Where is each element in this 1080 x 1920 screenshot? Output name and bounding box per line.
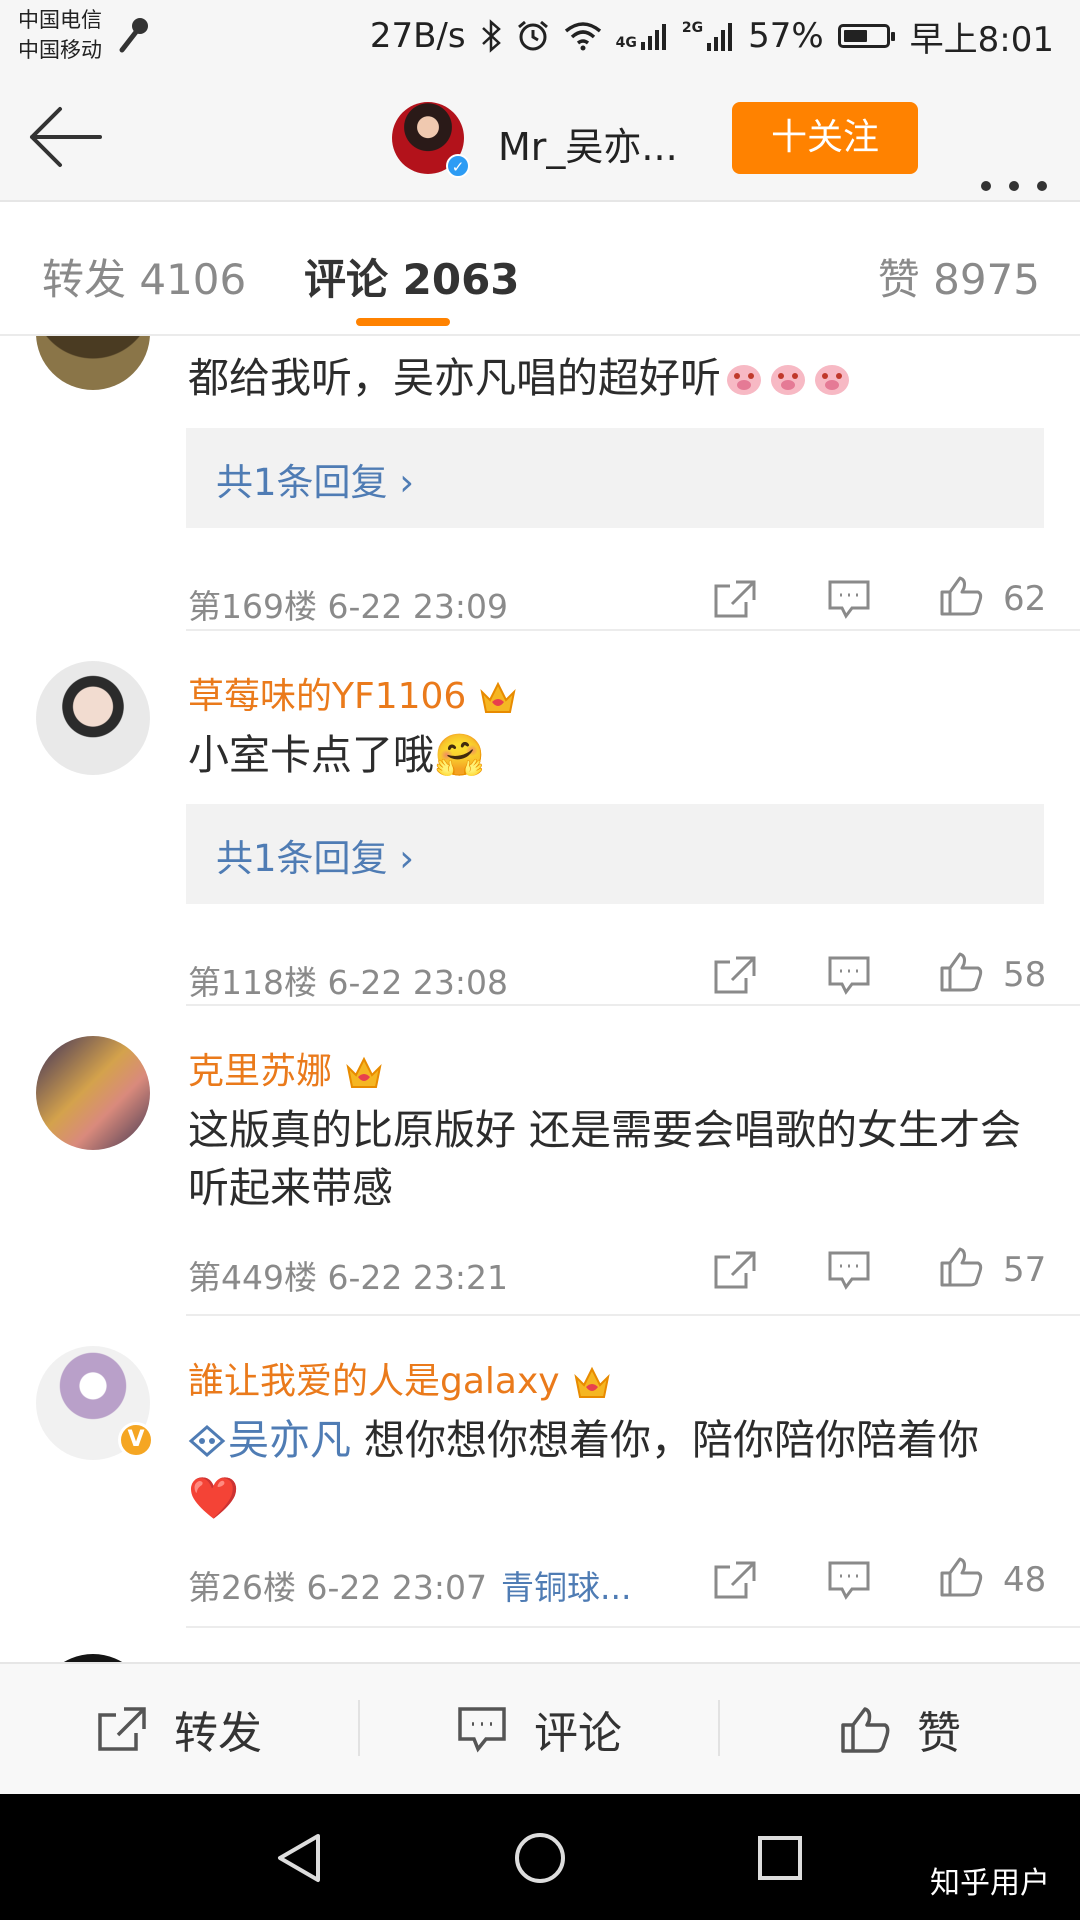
like-count: 48 [1003, 1560, 1047, 1600]
repost-icon [98, 1707, 146, 1751]
account-avatar[interactable]: ✓ [392, 102, 470, 178]
like-thumb-icon [841, 1707, 890, 1753]
comment-button[interactable]: 评论 [360, 1664, 718, 1794]
carrier-label-2: 中国移动 [18, 38, 102, 62]
commenter-username[interactable]: 克里苏娜 [188, 1042, 384, 1094]
share-icon[interactable] [712, 954, 758, 996]
pig-emoji-icon [727, 365, 761, 395]
commenter-username[interactable]: 草莓味的YF1106 [188, 667, 518, 719]
bluetooth-icon [481, 19, 501, 53]
mention-link[interactable]: 吴亦凡 [228, 1416, 351, 1464]
follow-button[interactable]: 十关注 [732, 102, 918, 174]
comment-text: 这版真的比原版好 还是需要会唱歌的女生才会听起来带感 [188, 1106, 1022, 1212]
wifi-icon [564, 22, 601, 51]
comment-text: 吴亦凡 想你想你想着你，陪你陪你陪着你❤️ [188, 1416, 980, 1522]
network-speed: 27B/s [369, 16, 466, 56]
tab-comments[interactable]: 评论 2063 [304, 246, 520, 307]
comment-label: 评论 [534, 1708, 622, 1759]
nav-bar: ✓ Mr_吴亦... 十关注 [0, 72, 1080, 202]
commenter-avatar[interactable] [36, 336, 150, 390]
nav-home-icon[interactable] [512, 1830, 568, 1886]
commenter-avatar[interactable] [36, 1654, 150, 1662]
signal-2g-label: 2G [681, 20, 704, 36]
tab-likes[interactable]: 赞 8975 [878, 246, 1040, 307]
repost-label: 转发 [174, 1708, 262, 1759]
system-navigation-bar: 知乎用户 [0, 1794, 1080, 1920]
comment-item: V 誰让我爱的人是galaxy 吴亦凡 想你想你想着你，陪你陪你陪着你❤️ 第2… [0, 1316, 1080, 1628]
back-arrow-icon[interactable] [26, 102, 106, 172]
share-icon[interactable] [712, 1559, 758, 1601]
share-icon[interactable] [712, 1249, 758, 1291]
reply-summary-box[interactable]: 共1条回复 › [186, 428, 1044, 528]
more-options-icon[interactable] [976, 176, 1056, 196]
like-label: 赞 [917, 1708, 961, 1759]
battery-percent: 57% [748, 16, 824, 56]
active-tab-indicator [356, 318, 450, 326]
watermark-text: 知乎用户 [930, 1866, 1050, 1901]
like-count: 58 [1003, 955, 1047, 995]
comment-divider [186, 1626, 1080, 1628]
alarm-icon [517, 20, 548, 51]
clock: 早上8:01 [909, 19, 1054, 60]
comment-list: 都给我听，吴亦凡唱的超好听 共1条回复 › 第169楼 6-22 23:09 6… [0, 336, 1080, 1662]
commenter-avatar[interactable]: V [36, 1346, 154, 1460]
key-icon [119, 18, 148, 53]
comment-icon[interactable] [826, 1559, 872, 1601]
commenter-avatar[interactable] [36, 1036, 150, 1150]
comment-text: 小室卡点了哦🤗 [188, 731, 486, 779]
reply-summary-link[interactable]: 共1条回复 › [216, 452, 414, 506]
like-count: 62 [1003, 579, 1047, 619]
carrier-label-1: 中国电信 [18, 8, 102, 32]
like-thumb-icon[interactable] [938, 1555, 984, 1597]
like-count: 57 [1003, 1250, 1047, 1290]
status-bar: 中国电信 中国移动 27B/s 4G 2G 57% 早上8:01 [0, 0, 1080, 72]
fan-level-tag[interactable]: 青铜球... [501, 1568, 631, 1607]
comment-meta: 第26楼 6-22 23:07 青铜球... [188, 1568, 632, 1607]
nav-back-icon[interactable] [272, 1830, 328, 1886]
vip-crown-icon [480, 681, 516, 713]
comment-icon[interactable] [826, 954, 872, 996]
nav-recents-icon[interactable] [752, 1830, 808, 1886]
tab-reposts[interactable]: 转发 4106 [42, 246, 246, 307]
commenter-avatar[interactable] [36, 661, 150, 775]
account-name[interactable]: Mr_吴亦... [498, 116, 678, 171]
comment-item: 草莓味的YF1106 小室卡点了哦🤗 共1条回复 › 第118楼 6-22 23… [0, 631, 1080, 1006]
comment-meta: 第449楼 6-22 23:21 [188, 1258, 508, 1297]
battery-icon [837, 24, 895, 48]
super-topic-icon [188, 1425, 226, 1457]
comment-meta: 第118楼 6-22 23:08 [188, 963, 508, 1002]
pig-emoji-icon [771, 365, 805, 395]
vip-crown-icon [573, 1366, 610, 1398]
status-indicators: 27B/s 4G 2G 57% 早上8:01 [369, 14, 1054, 60]
battery-level-fill [843, 30, 867, 42]
network-type-label: 4G [615, 35, 637, 51]
bottom-toolbar: 转发 评论 赞 [0, 1662, 1080, 1794]
like-thumb-icon[interactable] [938, 574, 984, 616]
reply-summary-box[interactable]: 共1条回复 › [186, 804, 1044, 904]
share-icon[interactable] [712, 578, 758, 620]
like-button[interactable]: 赞 [720, 1664, 1080, 1794]
comment-icon[interactable] [826, 1249, 872, 1291]
comment-bubble-icon [458, 1707, 506, 1753]
comment-item: 克里苏娜 这版真的比原版好 还是需要会唱歌的女生才会听起来带感 第449楼 6-… [0, 1006, 1080, 1316]
signal-4g-icon: 4G [616, 22, 668, 50]
like-thumb-icon[interactable] [938, 1245, 984, 1287]
reply-summary-link[interactable]: 共1条回复 › [216, 828, 414, 882]
comment-text: 都给我听，吴亦凡唱的超好听 [188, 349, 1038, 407]
like-thumb-icon[interactable] [938, 950, 984, 992]
verified-badge-icon: ✓ [446, 154, 470, 178]
tab-bar: 转发 4106 评论 2063 赞 8975 [0, 202, 1080, 336]
vip-badge-icon: V [118, 1422, 154, 1458]
commenter-username[interactable]: 誰让我爱的人是galaxy [188, 1352, 612, 1404]
signal-2g-icon: 2G [682, 21, 734, 51]
comment-icon[interactable] [826, 578, 872, 620]
vip-crown-icon [346, 1056, 382, 1088]
pig-emoji-icon [815, 365, 849, 395]
repost-button[interactable]: 转发 [0, 1664, 358, 1794]
comment-meta: 第169楼 6-22 23:09 [188, 587, 508, 626]
